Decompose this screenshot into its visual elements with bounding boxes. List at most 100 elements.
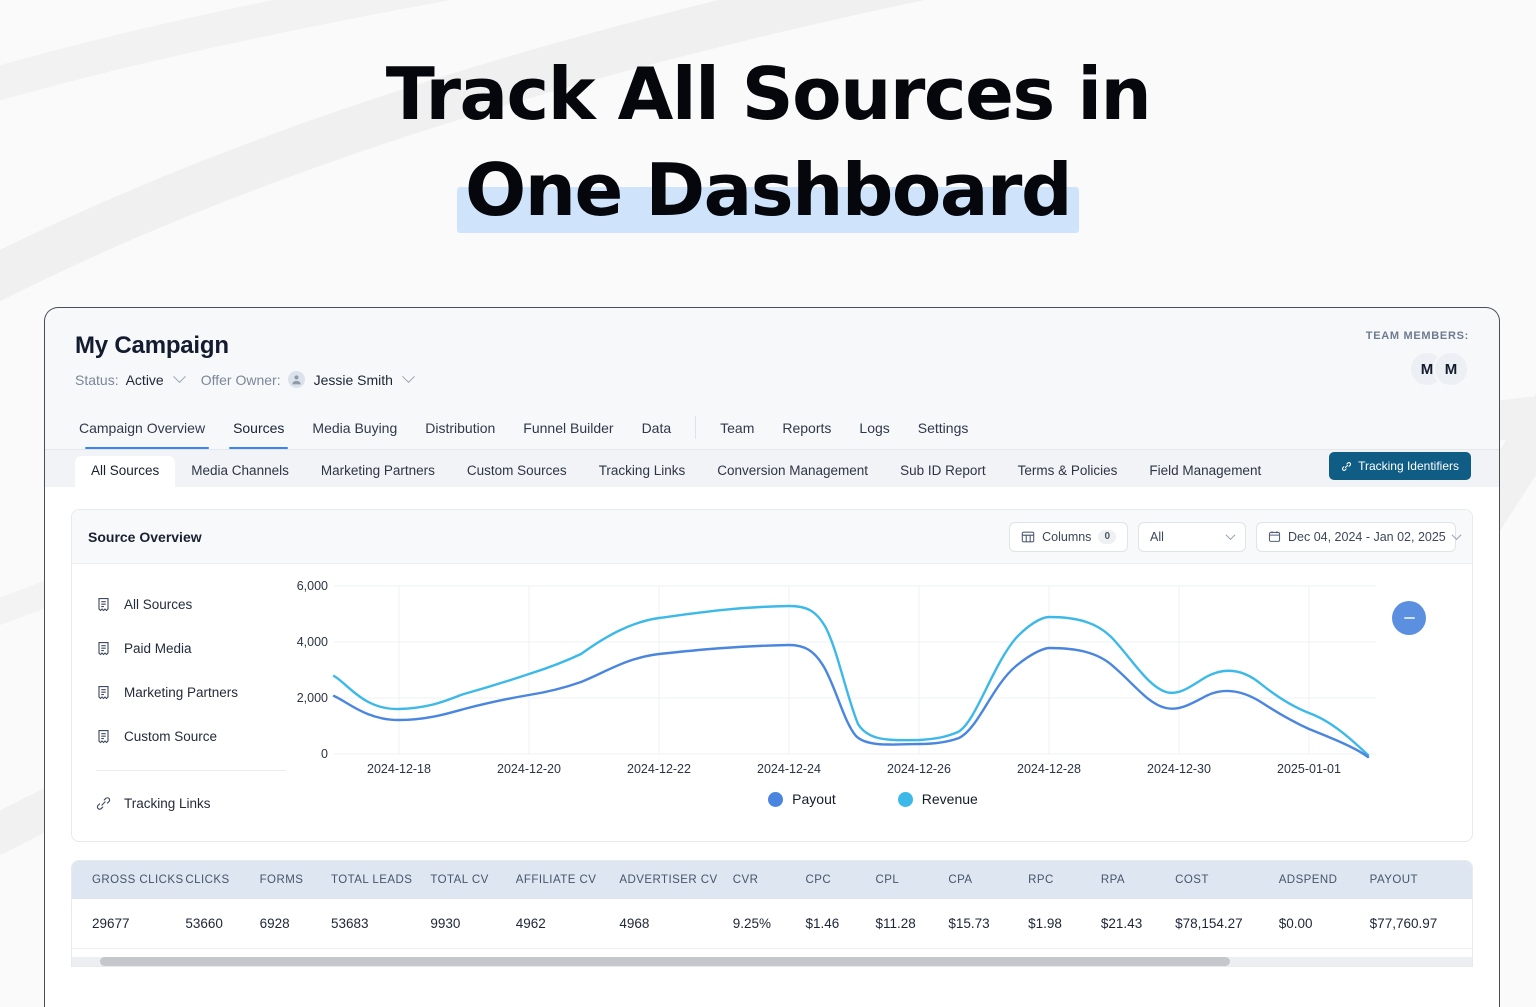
subtab-media-channels[interactable]: Media Channels xyxy=(175,456,305,487)
report-icon xyxy=(96,685,111,700)
tab-campaign-overview[interactable]: Campaign Overview xyxy=(75,414,219,449)
sub-tab-bar: All Sources Media Channels Marketing Par… xyxy=(45,449,1499,487)
metrics-table-wrap: GROSS CLICKS CLICKS FORMS TOTAL LEADS TO… xyxy=(71,860,1473,967)
column-header[interactable]: GROSS CLICKS xyxy=(72,861,186,899)
subtab-terms-policies[interactable]: Terms & Policies xyxy=(1002,456,1134,487)
panel-header: Source Overview Columns 0 All Dec 04, 20… xyxy=(72,510,1472,564)
table-cell: 53660 xyxy=(185,899,260,949)
calendar-icon xyxy=(1268,530,1281,543)
sidebar-item-paid-media[interactable]: Paid Media xyxy=(96,626,286,670)
column-header[interactable]: ADVERTISER CV xyxy=(619,861,733,899)
sidebar-item-custom-source[interactable]: Custom Source xyxy=(96,714,286,758)
column-header[interactable]: AFFILIATE CV xyxy=(515,861,620,899)
filter-select[interactable]: All xyxy=(1138,521,1246,552)
chart-collapse-button[interactable] xyxy=(1392,601,1426,635)
columns-grid-icon xyxy=(1021,530,1035,544)
minus-icon xyxy=(1403,617,1415,619)
column-header[interactable]: CPC xyxy=(805,861,876,899)
subtab-field-management[interactable]: Field Management xyxy=(1133,456,1277,487)
legend-swatch-revenue xyxy=(897,791,913,807)
column-header[interactable]: RPC xyxy=(1028,861,1101,899)
horizontal-scrollbar[interactable] xyxy=(72,957,1472,966)
tab-label: Logs xyxy=(859,420,890,436)
tab-settings[interactable]: Settings xyxy=(904,414,983,449)
table-cell: 4968 xyxy=(619,899,733,949)
metrics-table: GROSS CLICKS CLICKS FORMS TOTAL LEADS TO… xyxy=(72,861,1472,949)
column-header[interactable]: CVR xyxy=(732,861,806,899)
subtab-sub-id-report[interactable]: Sub ID Report xyxy=(884,456,1002,487)
avatar[interactable]: M xyxy=(1433,351,1469,387)
source-side-nav: All Sources Paid Media Marketing Partner… xyxy=(72,564,286,841)
column-header[interactable]: RPA xyxy=(1100,861,1176,899)
legend-swatch-payout xyxy=(768,791,784,807)
date-range-picker[interactable]: Dec 04, 2024 - Jan 02, 2025 xyxy=(1256,521,1462,552)
tab-label: Sources xyxy=(233,420,285,436)
x-tick-label: 2024-12-20 xyxy=(497,762,561,776)
status-value[interactable]: Active xyxy=(126,372,164,388)
owner-value[interactable]: Jessie Smith xyxy=(314,372,393,388)
legend-item-payout[interactable]: Payout xyxy=(768,791,836,807)
subtab-conversion-management[interactable]: Conversion Management xyxy=(701,456,884,487)
column-header[interactable]: COST xyxy=(1175,861,1279,899)
tab-label: Reports xyxy=(782,420,832,436)
link-chain-icon xyxy=(1341,461,1352,472)
table-cell: $77,760.97 xyxy=(1369,899,1472,949)
tracking-identifiers-label: Tracking Identifiers xyxy=(1358,459,1459,473)
status-label: Status: xyxy=(75,371,119,388)
team-members-label: TEAM MEMBERS: xyxy=(1365,330,1469,342)
subtab-tracking-links[interactable]: Tracking Links xyxy=(583,456,702,487)
legend-label: Payout xyxy=(792,791,836,807)
tab-media-buying[interactable]: Media Buying xyxy=(298,414,411,449)
owner-label: Offer Owner: xyxy=(200,371,281,388)
x-tick-label: 2024-12-28 xyxy=(1017,762,1081,776)
table-cell: $21.43 xyxy=(1100,899,1176,949)
subtab-all-sources[interactable]: All Sources xyxy=(75,456,176,487)
chart-svg: 6,000 4,000 2,000 0 2024-12-18 2024-12-2… xyxy=(297,579,1376,776)
tab-distribution[interactable]: Distribution xyxy=(411,414,509,449)
subtab-label: Media Channels xyxy=(191,463,289,479)
table-cell: $15.73 xyxy=(948,899,1029,949)
x-tick-label: 2024-12-22 xyxy=(627,762,691,776)
y-tick-4000: 4,000 xyxy=(297,635,328,649)
source-overview-chart: 6,000 4,000 2,000 0 2024-12-18 2024-12-2… xyxy=(286,564,1472,841)
column-header[interactable]: ADSPEND xyxy=(1278,861,1370,899)
sidebar-item-label: Paid Media xyxy=(124,640,192,656)
column-header[interactable]: CPL xyxy=(875,861,949,899)
tab-data[interactable]: Data xyxy=(628,414,686,449)
panel-body: All Sources Paid Media Marketing Partner… xyxy=(72,564,1472,841)
column-header[interactable]: PAYOUT xyxy=(1369,861,1472,899)
sidebar-item-label: Tracking Links xyxy=(124,795,211,811)
tab-label: Funnel Builder xyxy=(523,420,614,436)
legend-item-revenue[interactable]: Revenue xyxy=(897,791,978,807)
sidebar-item-tracking-links[interactable]: Tracking Links xyxy=(96,781,286,825)
sidebar-item-marketing-partners[interactable]: Marketing Partners xyxy=(96,670,286,714)
table-cell: 9.25% xyxy=(732,899,806,949)
owner-chevron-down-icon[interactable] xyxy=(402,370,415,384)
tracking-identifiers-button[interactable]: Tracking Identifiers xyxy=(1329,452,1471,480)
subtab-marketing-partners[interactable]: Marketing Partners xyxy=(305,456,451,487)
filter-value: All xyxy=(1150,529,1164,544)
tab-funnel-builder[interactable]: Funnel Builder xyxy=(509,414,627,449)
tab-sources[interactable]: Sources xyxy=(219,414,298,449)
tab-team[interactable]: Team xyxy=(706,414,768,449)
tab-logs[interactable]: Logs xyxy=(845,414,903,449)
tab-reports[interactable]: Reports xyxy=(768,414,845,449)
column-header[interactable]: FORMS xyxy=(259,861,331,899)
table-row[interactable]: 29677 53660 6928 53683 9930 4962 4968 9.… xyxy=(72,899,1472,949)
status-chevron-down-icon[interactable] xyxy=(172,370,186,384)
columns-button[interactable]: Columns 0 xyxy=(1009,521,1128,552)
table-cell: $1.46 xyxy=(805,899,876,949)
sidebar-item-label: All Sources xyxy=(124,596,193,612)
sidebar-item-label: Custom Source xyxy=(124,728,218,744)
sidebar-item-all-sources[interactable]: All Sources xyxy=(96,582,286,626)
column-header[interactable]: TOTAL LEADS xyxy=(330,861,431,899)
column-header[interactable]: CLICKS xyxy=(185,861,260,899)
user-avatar-icon xyxy=(287,371,305,388)
subtab-custom-sources[interactable]: Custom Sources xyxy=(451,456,583,487)
scrollbar-thumb[interactable] xyxy=(100,957,1230,966)
series-revenue-line xyxy=(332,604,1370,757)
table-cell: $11.28 xyxy=(875,899,949,949)
link-icon xyxy=(96,796,111,811)
column-header[interactable]: TOTAL CV xyxy=(430,861,516,899)
column-header[interactable]: CPA xyxy=(948,861,1029,899)
